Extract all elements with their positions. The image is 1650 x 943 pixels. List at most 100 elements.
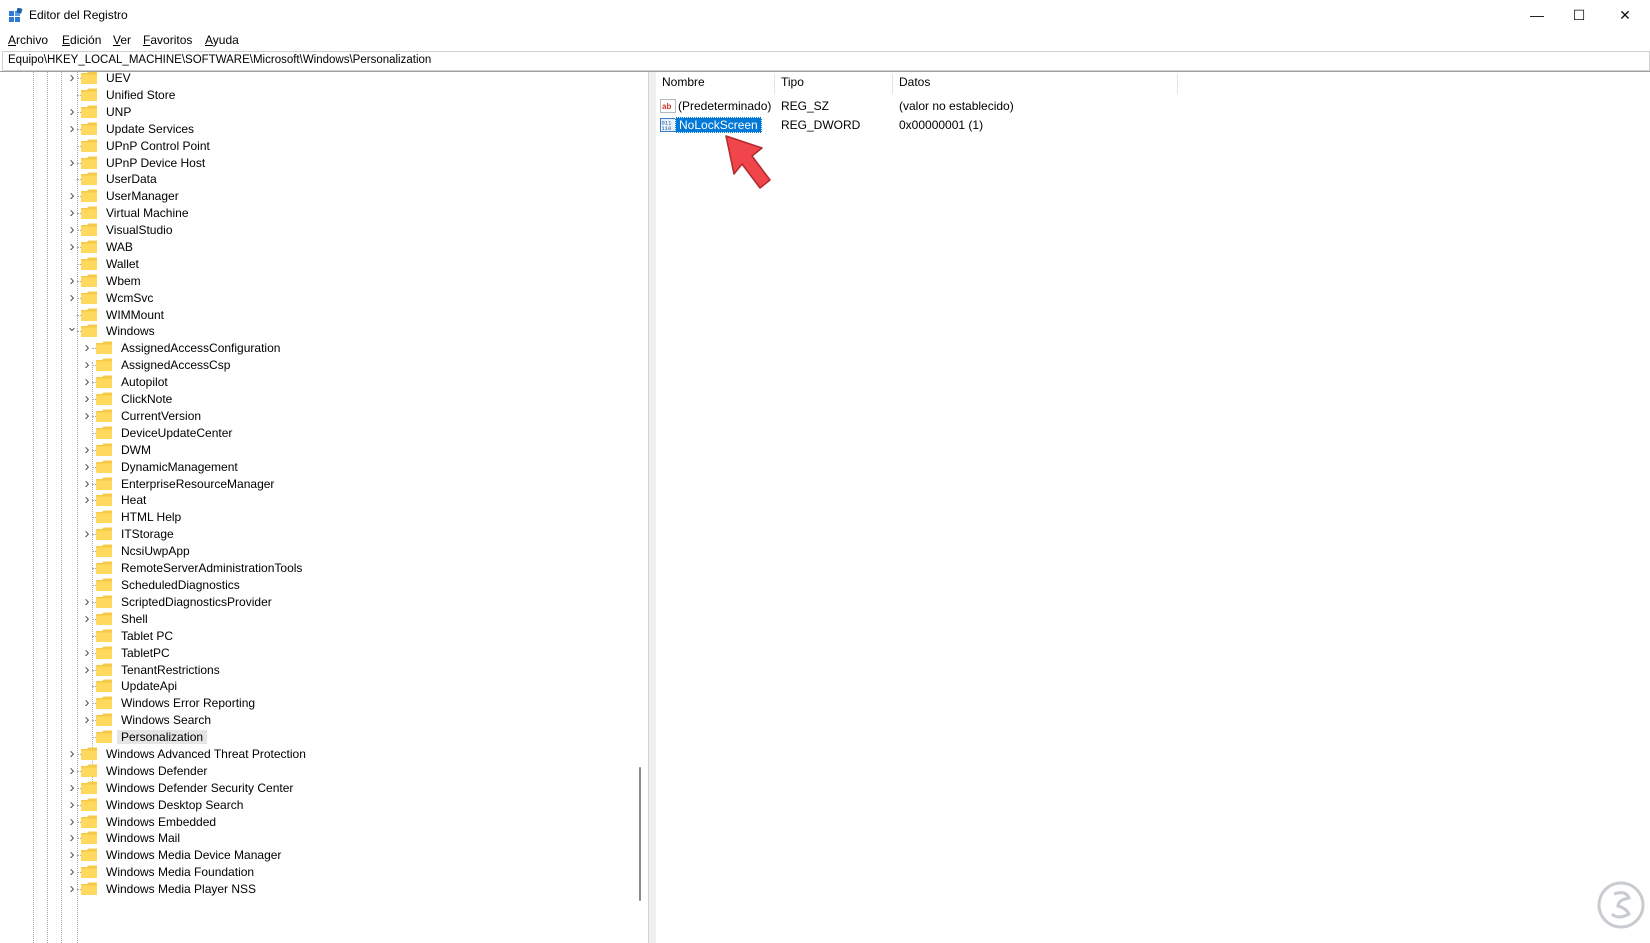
chevron-right-icon[interactable]: ›	[81, 442, 93, 457]
chevron-right-icon[interactable]: ›	[81, 611, 93, 626]
chevron-right-icon[interactable]: ›	[81, 695, 93, 710]
tree-node[interactable]: › AssignedAccessCsp	[0, 356, 630, 374]
menu-ayuda[interactable]: Ayuda	[205, 33, 239, 47]
tree-node[interactable]: › ITStorage	[0, 525, 630, 543]
tree-node[interactable]: › Windows Desktop Search	[0, 796, 630, 814]
tree-node-selected[interactable]: Personalization	[0, 728, 630, 746]
chevron-right-icon[interactable]: ›	[81, 357, 93, 372]
tree-node[interactable]: › Heat	[0, 491, 630, 509]
column-header-name[interactable]: Nombre	[662, 75, 705, 94]
tree-node[interactable]: › WcmSvc	[0, 289, 630, 307]
chevron-right-icon[interactable]: ›	[81, 391, 93, 406]
chevron-right-icon[interactable]: ›	[66, 780, 78, 795]
chevron-right-icon[interactable]: ›	[81, 459, 93, 474]
chevron-right-icon[interactable]: ›	[81, 645, 93, 660]
menu-edicion[interactable]: Edición	[62, 33, 101, 47]
tree-node[interactable]: UserData	[0, 170, 630, 188]
close-button[interactable]: ✕	[1604, 0, 1646, 30]
chevron-right-icon[interactable]: ›	[81, 408, 93, 423]
tree-node[interactable]: › Windows Error Reporting	[0, 694, 630, 712]
tree-node[interactable]: Wallet	[0, 255, 630, 273]
tree-node[interactable]: › Wbem	[0, 272, 630, 290]
chevron-right-icon[interactable]: ›	[66, 881, 78, 896]
tree-node[interactable]: Tablet PC	[0, 627, 630, 645]
menu-ver[interactable]: Ver	[113, 33, 131, 47]
tree-node[interactable]: › TabletPC	[0, 644, 630, 662]
tree-node[interactable]: › UserManager	[0, 187, 630, 205]
tree-node[interactable]: Unified Store	[0, 86, 630, 104]
chevron-right-icon[interactable]: ›	[81, 594, 93, 609]
tree-node[interactable]: ScheduledDiagnostics	[0, 576, 630, 594]
chevron-right-icon[interactable]: ›	[81, 526, 93, 541]
column-separator[interactable]	[1177, 74, 1178, 94]
chevron-right-icon[interactable]: ›	[66, 290, 78, 305]
chevron-right-icon[interactable]: ›	[66, 746, 78, 761]
tree-node[interactable]: NcsiUwpApp	[0, 542, 630, 560]
tree-node[interactable]: › Windows Mail	[0, 829, 630, 847]
maximize-button[interactable]: ☐	[1558, 0, 1600, 30]
address-bar[interactable]: Equipo\HKEY_LOCAL_MACHINE\SOFTWARE\Micro…	[2, 51, 1650, 71]
column-separator[interactable]	[892, 74, 893, 94]
tree-node[interactable]: › VisualStudio	[0, 221, 630, 239]
tree-node[interactable]: › ClickNote	[0, 390, 630, 408]
tree-node[interactable]: › UNP	[0, 103, 630, 121]
column-separator[interactable]	[774, 74, 775, 94]
chevron-right-icon[interactable]: ›	[66, 864, 78, 879]
tree-node[interactable]: › AssignedAccessConfiguration	[0, 339, 630, 357]
chevron-right-icon[interactable]: ›	[81, 374, 93, 389]
tree-node[interactable]: › Windows Media Player NSS	[0, 880, 630, 898]
tree-node[interactable]: › ScriptedDiagnosticsProvider	[0, 593, 630, 611]
tree-node[interactable]: UPnP Control Point	[0, 137, 630, 155]
chevron-right-icon[interactable]: ›	[66, 222, 78, 237]
menu-favoritos[interactable]: Favoritos	[143, 33, 192, 47]
tree-node[interactable]: HTML Help	[0, 508, 630, 526]
tree-node[interactable]: › UEV	[0, 72, 630, 87]
chevron-right-icon[interactable]: ›	[66, 239, 78, 254]
values-pane[interactable]: Nombre Tipo Datos ab (Predeterminado) RE…	[656, 72, 1650, 943]
tree-node[interactable]: › Windows Defender Security Center	[0, 779, 630, 797]
minimize-button[interactable]: —	[1516, 0, 1558, 30]
tree-node[interactable]: › Windows Media Foundation	[0, 863, 630, 881]
tree-node[interactable]: › DynamicManagement	[0, 458, 630, 476]
value-row[interactable]: ab (Predeterminado) REG_SZ (valor no est…	[658, 97, 1258, 115]
chevron-right-icon[interactable]: ›	[81, 662, 93, 677]
chevron-right-icon[interactable]: ›	[66, 797, 78, 812]
chevron-right-icon[interactable]: ›	[81, 340, 93, 355]
chevron-down-icon[interactable]: ⌄	[66, 320, 78, 334]
tree-node[interactable]: UpdateApi	[0, 677, 630, 695]
tree-node[interactable]: › Shell	[0, 610, 630, 628]
chevron-right-icon[interactable]: ›	[66, 847, 78, 862]
column-header-data[interactable]: Datos	[899, 75, 930, 94]
chevron-right-icon[interactable]: ›	[66, 121, 78, 136]
tree-node[interactable]: › Windows Search	[0, 711, 630, 729]
chevron-right-icon[interactable]: ›	[66, 814, 78, 829]
tree-scrollbar-thumb[interactable]	[639, 767, 641, 901]
tree-node[interactable]: › Autopilot	[0, 373, 630, 391]
key-tree-pane[interactable]: › UEV Unified Store › UNP › Update Services UPn…	[0, 72, 647, 943]
chevron-right-icon[interactable]: ›	[81, 476, 93, 491]
tree-node[interactable]: › Windows Media Device Manager	[0, 846, 630, 864]
tree-node[interactable]: › Virtual Machine	[0, 204, 630, 222]
chevron-right-icon[interactable]: ›	[66, 188, 78, 203]
tree-node[interactable]: › Windows Advanced Threat Protection	[0, 745, 630, 763]
tree-node[interactable]: › DWM	[0, 441, 630, 459]
tree-node[interactable]: › WAB	[0, 238, 630, 256]
chevron-right-icon[interactable]: ›	[66, 104, 78, 119]
menu-archivo[interactable]: Archivo	[8, 33, 48, 47]
tree-node[interactable]: ⌄ Windows	[0, 320, 630, 340]
address-path[interactable]: Equipo\HKEY_LOCAL_MACHINE\SOFTWARE\Micro…	[8, 54, 431, 66]
tree-node[interactable]: RemoteServerAdministrationTools	[0, 559, 630, 577]
chevron-right-icon[interactable]: ›	[81, 712, 93, 727]
chevron-right-icon[interactable]: ›	[66, 155, 78, 170]
chevron-right-icon[interactable]: ›	[66, 273, 78, 288]
column-header-type[interactable]: Tipo	[781, 75, 804, 94]
chevron-right-icon[interactable]: ›	[66, 72, 78, 85]
chevron-right-icon[interactable]: ›	[66, 830, 78, 845]
chevron-right-icon[interactable]: ›	[66, 763, 78, 778]
tree-node[interactable]: DeviceUpdateCenter	[0, 424, 630, 442]
tree-node[interactable]: › Windows Defender	[0, 762, 630, 780]
tree-node[interactable]: › CurrentVersion	[0, 407, 630, 425]
tree-node[interactable]: › Update Services	[0, 120, 630, 138]
chevron-right-icon[interactable]: ›	[81, 492, 93, 507]
chevron-right-icon[interactable]: ›	[66, 205, 78, 220]
